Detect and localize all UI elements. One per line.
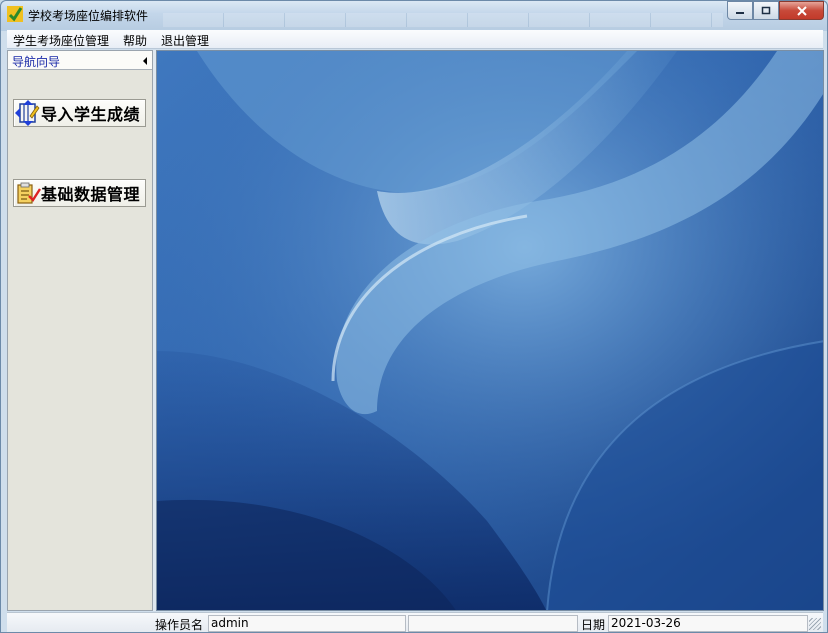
data-management-icon <box>17 182 41 204</box>
date-label: 日期 <box>581 618 606 632</box>
navigation-header: 导航向导 <box>8 51 152 70</box>
data-management-button[interactable]: 基础数据管理 <box>13 179 146 207</box>
menu-bar: 学生考场座位管理 帮助 退出管理 <box>7 30 823 49</box>
window-title: 学校考场座位编排软件 <box>28 9 149 23</box>
desktop-wallpaper <box>157 51 823 610</box>
app-window: 学校考场座位编排软件 学生考场座位管理 帮助 退出管理 导航向导 导入学生成绩 … <box>0 0 828 633</box>
title-bar-background <box>163 13 723 27</box>
menu-item-help[interactable]: 帮助 <box>121 32 149 49</box>
status-middle-field <box>408 615 578 632</box>
resize-grip[interactable] <box>809 618 821 630</box>
maximize-icon <box>761 6 771 15</box>
minimize-button[interactable] <box>727 1 753 20</box>
app-logo-icon <box>7 6 23 22</box>
import-grades-label: 导入学生成绩 <box>41 105 141 124</box>
navigation-panel: 导航向导 导入学生成绩 基础数据管理 <box>7 50 153 611</box>
close-icon <box>796 5 807 16</box>
maximize-button[interactable] <box>753 1 779 20</box>
menu-item-exit[interactable]: 退出管理 <box>159 32 211 49</box>
status-bar: 操作员名 admin 日期 2021-03-26 <box>7 612 823 632</box>
operator-value: admin <box>208 615 406 632</box>
date-value: 2021-03-26 <box>608 615 808 632</box>
import-grades-button[interactable]: 导入学生成绩 <box>13 99 146 127</box>
main-content-area <box>156 50 824 611</box>
data-management-label: 基础数据管理 <box>41 185 141 204</box>
title-bar[interactable]: 学校考场座位编排软件 <box>1 1 827 29</box>
collapse-left-icon[interactable] <box>143 57 147 65</box>
minimize-icon <box>736 11 744 14</box>
menu-item-seat-management[interactable]: 学生考场座位管理 <box>11 32 111 49</box>
navigation-title: 导航向导 <box>12 55 61 69</box>
import-grades-icon <box>15 100 40 126</box>
close-button[interactable] <box>779 1 824 20</box>
operator-label: 操作员名 <box>155 618 204 632</box>
